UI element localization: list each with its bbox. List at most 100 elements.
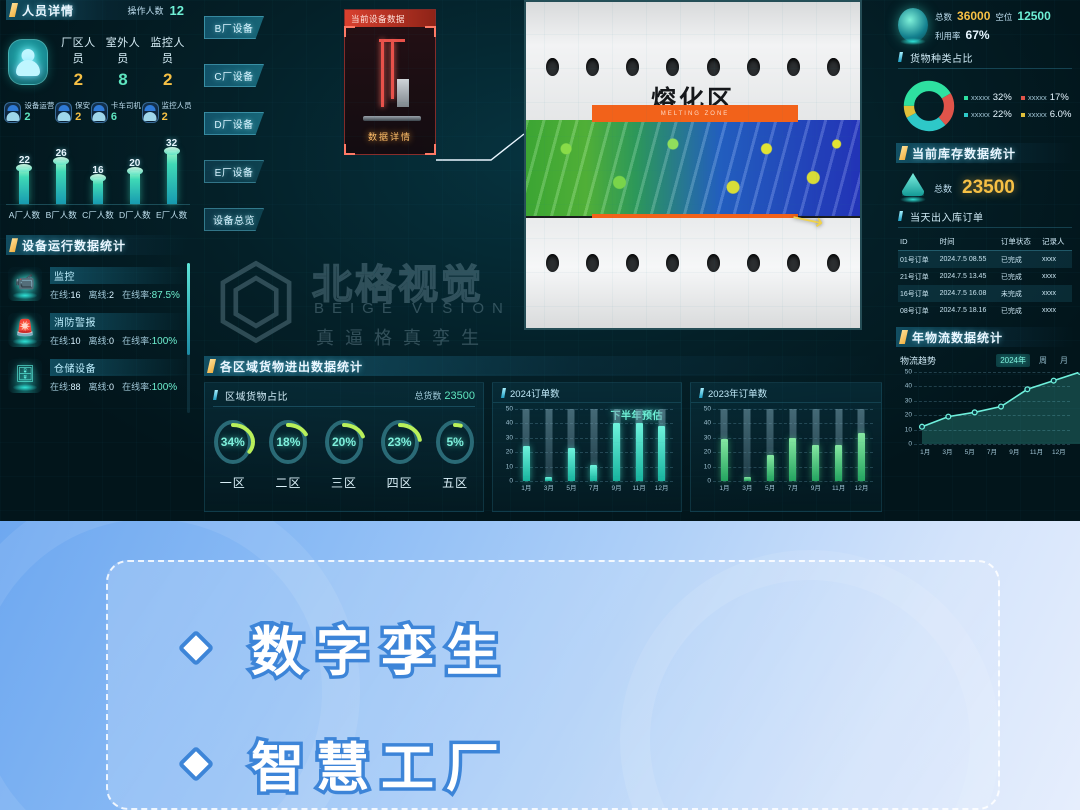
- equipment-name: 消防警报: [50, 313, 188, 331]
- warehouse-total-value: 36000: [957, 8, 991, 23]
- headcount-bar: 22: [12, 155, 36, 205]
- orders-2024-title-bar: 2024订单数: [493, 383, 681, 403]
- order-status: 未完成: [998, 285, 1040, 302]
- y-tick: 0: [908, 440, 912, 448]
- order-time: 2024.7.5 18.16: [939, 307, 987, 314]
- worker-avatar-icon: [4, 102, 22, 123]
- orders-subheader: 当天出入库订单: [898, 207, 1072, 228]
- cargo-section-title: 各区域货物进出数据统计: [220, 359, 364, 374]
- personnel-stat-label: 监控人员: [150, 37, 185, 65]
- region-gauge-label: 四区: [386, 476, 413, 490]
- bar-slot: [522, 409, 531, 481]
- equipment-list[interactable]: 📹 监控 在线:16 离线:2 在线率:87.5% 🚨 消防警报 在线:10 离线:0 在线率:1…: [8, 261, 190, 414]
- y-tick: 50: [505, 405, 513, 413]
- x-tick: 3月: [543, 485, 554, 492]
- x-tick: 11月: [1029, 449, 1044, 456]
- personnel-stats: 厂区人员 2 室外人员 8 监控人员 2: [56, 34, 190, 90]
- personnel-stat-value: 8: [118, 70, 128, 89]
- x-tick: 1月: [920, 449, 931, 456]
- y-tick: 50: [904, 368, 912, 376]
- factory-button-1[interactable]: B厂设备: [204, 16, 264, 39]
- warehouse-empty-value: 12500: [1017, 8, 1051, 23]
- x-axis: 1月 3月 5月 7月 9月 11月 12月: [515, 482, 673, 492]
- orders-table-body[interactable]: 01号订单 2024.7.5 08.55 已完成 xxxx 21号订单 2024.7.5 …: [898, 250, 1072, 320]
- category-donut-chart: [903, 80, 955, 132]
- bar: [89, 173, 106, 205]
- x-tick: 12月: [854, 485, 869, 492]
- bar: [658, 426, 666, 481]
- factory-button-5[interactable]: 设备总览: [204, 208, 264, 231]
- logistics-line-chart: 0 10 20 30 40 50 1月 3月 5月 7月 9月 11月 12月: [898, 368, 1080, 464]
- personnel-stat-label: 厂区人员: [61, 37, 96, 65]
- factory-button-3[interactable]: D厂设备: [204, 112, 264, 135]
- bar: [835, 445, 843, 481]
- legend-swatch: [964, 95, 968, 100]
- y-axis: 0 10 20 30 40 50: [697, 406, 712, 485]
- storage-icon: 🗄: [8, 359, 42, 394]
- bar: [590, 465, 598, 481]
- logistics-tab[interactable]: 月: [1056, 354, 1072, 367]
- camera-icon: 📹: [8, 267, 42, 302]
- table-row[interactable]: 16号订单 2024.7.5 16.08 未完成 xxxx: [898, 285, 1072, 302]
- bar: [812, 445, 820, 481]
- presentation-slide: 数字孪生 智慧工厂: [0, 521, 1080, 810]
- equipment-scrollbar[interactable]: [187, 263, 190, 414]
- live-video-feed[interactable]: 熔化区 MELTING ZONE MELTING ZONE ⟶: [524, 0, 862, 330]
- role-value: 6: [110, 110, 117, 123]
- warehouse-total-label: 总数: [935, 11, 953, 22]
- factory-button-group[interactable]: B厂设备 C厂设备 D厂设备 E厂设备设备总览: [204, 16, 264, 231]
- warehouse-usage-value: 67%: [965, 27, 990, 42]
- bar-slot: [720, 409, 729, 481]
- bar-series: [515, 409, 673, 481]
- current-device-popup[interactable]: 当前设备数据 数据详情: [344, 9, 436, 155]
- personnel-stat: 室外人员 8: [101, 34, 146, 90]
- table-row[interactable]: 08号订单 2024.7.5 18.16 已完成 xxxx: [898, 302, 1072, 319]
- region-share-label: 区域货物占比: [225, 392, 288, 403]
- factory-button-2[interactable]: C厂设备: [204, 64, 264, 87]
- worker-avatar-icon: [141, 102, 159, 123]
- table-row[interactable]: 01号订单 2024.7.5 08.55 已完成 xxxx: [898, 250, 1072, 268]
- worker-avatar-icon: [55, 102, 73, 123]
- orders-table[interactable]: ID 时间 订单状态 记录人 01号订单 2024.7.5 08.55 已完成 xxxx 21…: [898, 233, 1072, 319]
- equipment-section-title: 设备运行数据统计: [22, 238, 127, 253]
- stock-total-label: 总数: [934, 183, 953, 194]
- cargo-statistics-area: 各区域货物进出数据统计 区域货物占比 总货数 23500 34% 一区 18% 二区 20…: [196, 356, 890, 516]
- operator-count-label: 操作人数: [127, 5, 164, 16]
- logistics-tabs[interactable]: 2024年周月: [996, 354, 1072, 367]
- order-status: 已完成: [1000, 273, 1022, 281]
- x-axis: 1月 3月 5月 7月 9月 11月 12月: [914, 446, 1070, 456]
- x-tick: 1月: [719, 485, 730, 492]
- slide-bullet: 智慧工厂: [177, 726, 511, 803]
- y-tick: 20: [703, 448, 711, 456]
- table-row[interactable]: 21号订单 2024.7.5 13.45 已完成 xxxx: [898, 268, 1072, 285]
- headcount-bar: 26: [49, 148, 73, 205]
- orders-column-header: ID: [898, 233, 938, 251]
- warehouse-usage-label: 利用率: [935, 30, 961, 41]
- melt-material-strip: [526, 120, 860, 216]
- bar: [743, 476, 751, 481]
- equipment-item[interactable]: 🚨 消防警报 在线:10 离线:0 在线率:100%: [8, 307, 188, 353]
- machine-bottom-plate: [526, 218, 860, 328]
- logistics-tab[interactable]: 2024年: [996, 354, 1030, 367]
- marker-icon: [213, 390, 218, 400]
- equipment-item[interactable]: 🗄 仓储设备 在线:88 离线:0 在线率:100%: [8, 353, 188, 399]
- equipment-item[interactable]: 📹 监控 在线:16 离线:2 在线率:87.5%: [8, 261, 188, 307]
- bar-slot: [635, 409, 644, 481]
- equipment-online: 在线:16: [50, 290, 81, 301]
- left-column: 人员详情 操作人数 12 厂区人员 2 室外人员 8 监控人员 2 设备运营 2 保安 2 卡车司…: [0, 0, 196, 521]
- bar: [857, 433, 865, 481]
- warehouse-empty-label: 空位: [995, 11, 1013, 22]
- slide-card: 数字孪生 智慧工厂: [106, 560, 1000, 810]
- popup-detail-button[interactable]: 数据详情: [345, 127, 435, 143]
- category-legend: xxxxx 32% xxxxx 17% xxxxx 22% xxxxx 6.0%: [964, 92, 1074, 120]
- logistics-tab[interactable]: 周: [1035, 354, 1051, 367]
- order-id: 08号订单: [900, 307, 929, 315]
- marker-icon: [501, 388, 506, 398]
- orders-2024-plot: 下半年预估 010203040501月3月5月7月9月11月12月: [499, 405, 675, 495]
- bar: [53, 157, 70, 205]
- x-tick: 1月: [521, 485, 532, 492]
- factory-button-4[interactable]: E厂设备: [204, 160, 264, 183]
- bar: [126, 167, 143, 205]
- legend-value: 17%: [1049, 92, 1069, 103]
- stock-section-title: 当前库存数据统计: [912, 146, 1017, 161]
